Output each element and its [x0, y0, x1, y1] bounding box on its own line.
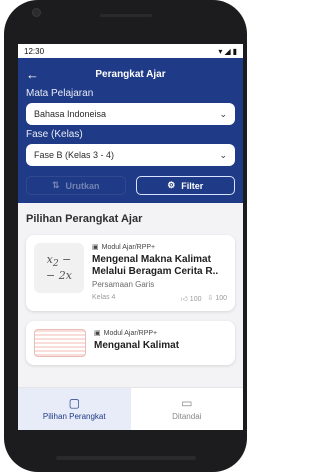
card-subtitle: Persamaan Garis: [92, 280, 155, 289]
content-area: Pilihan Perangkat Ajar x2 − − 2x ▣ Modul…: [18, 203, 243, 395]
phase-value: Fase B (Kelas 3 - 4): [34, 150, 115, 160]
phase-select[interactable]: Fase B (Kelas 3 - 4) ⌄: [26, 144, 235, 166]
signal-icon: ◢: [224, 46, 231, 56]
resource-card[interactable]: x2 − − 2x ▣ Modul Ajar/RPP+ Mengenal Mak…: [26, 235, 235, 311]
camera-dot: [32, 8, 41, 17]
subject-label: Mata Pelajaran: [26, 88, 94, 99]
status-icons: ▾ ◢ ▮: [218, 47, 237, 56]
filter-label: Filter: [181, 180, 204, 191]
card-info: ▣ Modul Ajar/RPP+ Menganal Kalimat: [94, 329, 227, 357]
app-screen: 12:30 ▾ ◢ ▮ ← Perangkat Ajar Mata Pelaja…: [18, 44, 243, 430]
card-type: Modul Ajar/RPP+: [101, 243, 156, 251]
card-type: Modul Ajar/RPP+: [103, 329, 158, 337]
document-icon: ▣: [94, 330, 101, 337]
card-meta: ▣ Modul Ajar/RPP+: [92, 243, 227, 252]
chevron-down-icon: ⌄: [219, 108, 227, 119]
card-counts: 👍︎ 100 ⇩ 100: [181, 294, 227, 303]
bottom-nav: ▢ Pilihan Perangkat ▭ Ditandai: [18, 387, 243, 430]
folder-icon: ▭: [181, 396, 193, 410]
phone-frame: 12:30 ▾ ◢ ▮ ← Perangkat Ajar Mata Pelaja…: [4, 0, 247, 472]
download-count-wrap: ⇩ 100: [207, 294, 227, 303]
nav-item-ditandai[interactable]: ▭ Ditandai: [131, 388, 244, 430]
resource-card[interactable]: ▣ Modul Ajar/RPP+ Menganal Kalimat: [26, 321, 235, 365]
sort-icon: ⇅: [51, 180, 60, 190]
sort-button[interactable]: ⇅ Urutkan: [26, 176, 126, 195]
battery-icon: ▮: [232, 46, 237, 56]
status-bar: 12:30 ▾ ◢ ▮: [18, 44, 243, 58]
action-buttons: ⇅ Urutkan ⚙ Filter: [26, 176, 235, 195]
sort-label: Urutkan: [65, 180, 100, 191]
subject-value: Bahasa Indoneisa: [34, 109, 107, 119]
like-count: 100: [189, 296, 202, 303]
wifi-icon: ▾: [218, 46, 223, 56]
status-time: 12:30: [24, 46, 45, 56]
section-title: Pilihan Perangkat Ajar: [26, 213, 143, 225]
chevron-down-icon: ⌄: [219, 149, 227, 160]
document-thumbnail: [34, 329, 86, 357]
filter-icon: ⚙: [167, 180, 176, 190]
card-title: Menganal Kalimat: [94, 340, 180, 351]
phase-label: Fase (Kelas): [26, 129, 83, 140]
card-grade: Kelas 4: [92, 294, 116, 301]
speaker-slot: [100, 14, 152, 17]
like-count-wrap: 👍︎ 100: [181, 294, 202, 303]
top-bar: ← Perangkat Ajar: [26, 64, 235, 84]
subject-select[interactable]: Bahasa Indoneisa ⌄: [26, 103, 235, 125]
nav-label: Ditandai: [172, 412, 202, 421]
card-meta: ▣ Modul Ajar/RPP+: [94, 329, 227, 338]
card-title: Mengenal Makna Kalimat Melalui Beragam C…: [92, 254, 219, 277]
filter-button[interactable]: ⚙ Filter: [135, 176, 235, 195]
thumbs-up-icon: 👍︎: [180, 296, 188, 303]
math-thumbnail: x2 − − 2x: [34, 243, 84, 293]
phone-bottom-bar: [56, 456, 196, 460]
document-icon: ▣: [92, 244, 99, 251]
document-icon: ▢: [68, 396, 80, 410]
card-info: ▣ Modul Ajar/RPP+ Mengenal Makna Kalimat…: [92, 243, 227, 304]
card-stats: Kelas 4 👍︎ 100 ⇩ 100: [92, 294, 227, 303]
download-icon: ⇩: [207, 295, 214, 302]
download-count: 100: [215, 295, 227, 302]
nav-item-pilihan[interactable]: ▢ Pilihan Perangkat: [18, 388, 131, 430]
page-title: Perangkat Ajar: [95, 68, 166, 80]
nav-label: Pilihan Perangkat: [42, 412, 106, 421]
header: ← Perangkat Ajar Mata Pelajaran Bahasa I…: [18, 58, 243, 203]
